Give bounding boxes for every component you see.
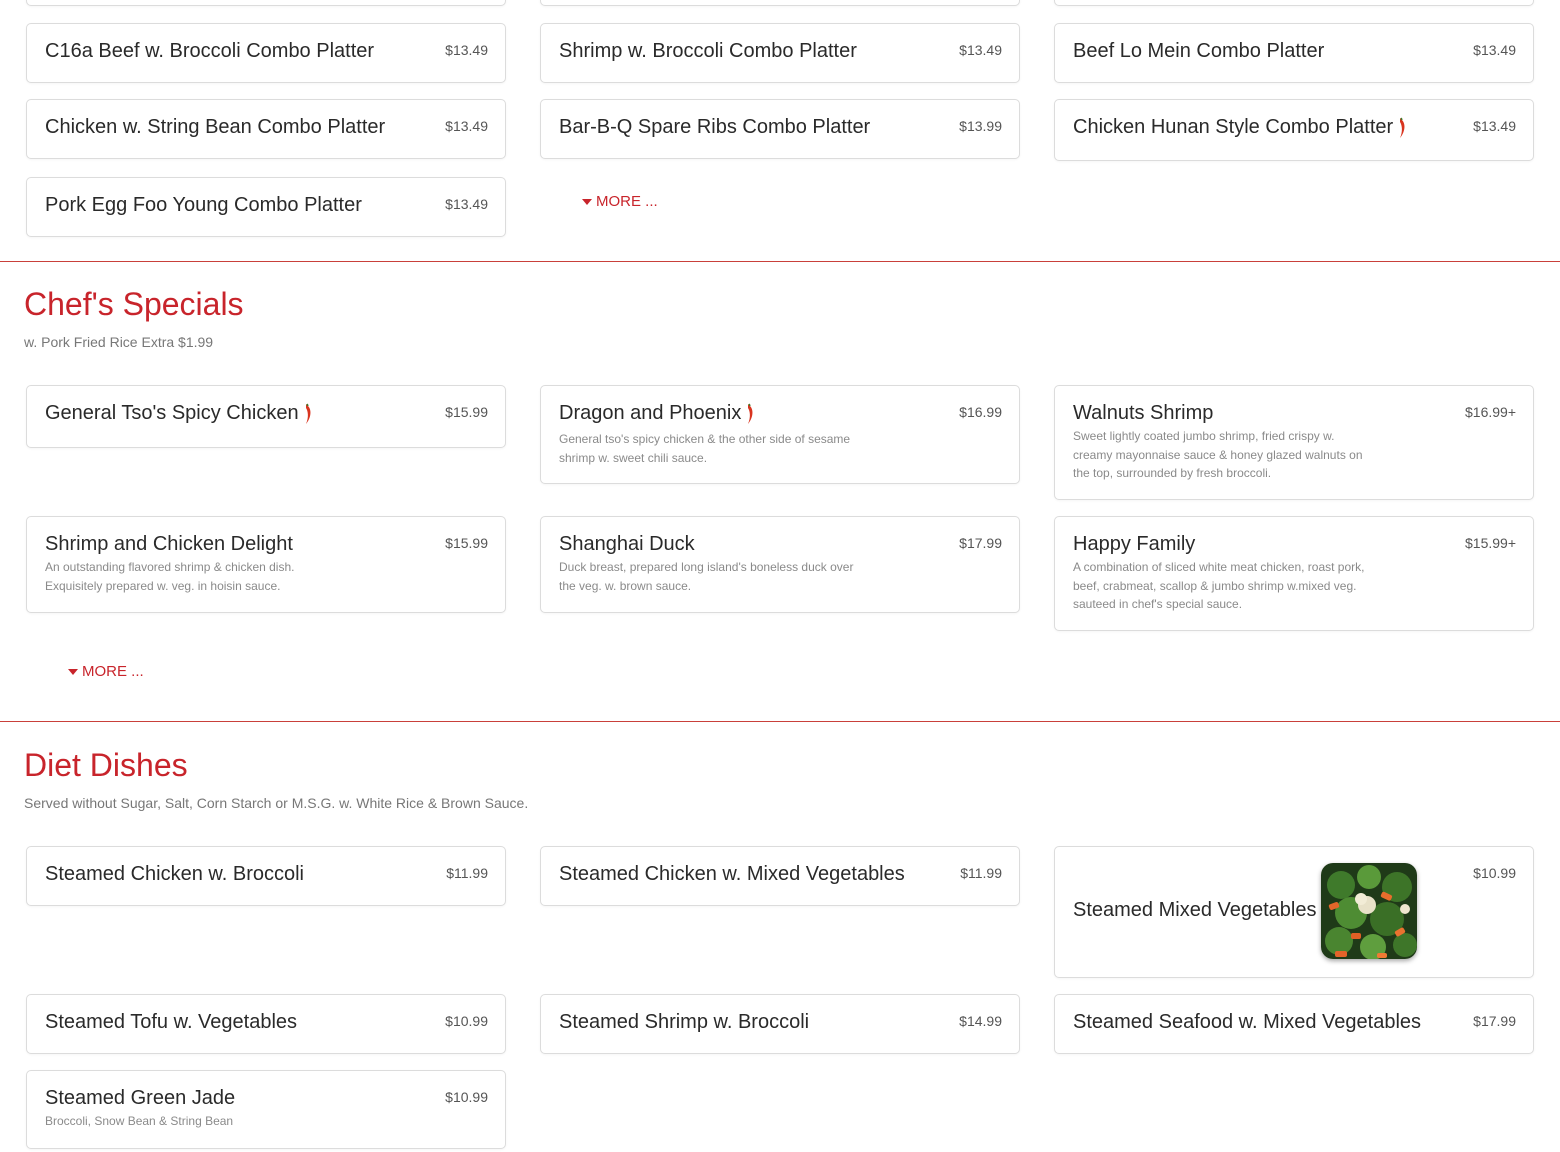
menu-item-price: $13.49 [445, 118, 488, 134]
section-divider [0, 721, 1560, 722]
menu-item-name: Shrimp w. Broccoli Combo Platter [559, 40, 857, 62]
menu-item-price: $13.49 [1473, 118, 1516, 134]
menu-item-card[interactable]: Walnuts Shrimp $16.99+ Sweet lightly coa… [1054, 385, 1534, 500]
menu-item-card[interactable]: Pork Egg Foo Young Combo Platter $13.49 [26, 177, 506, 237]
menu-item-price: $17.99 [959, 535, 1002, 551]
menu-item-price: $11.99 [960, 865, 1002, 881]
menu-item-name: Happy Family [1073, 533, 1196, 555]
menu-item-price: $17.99 [1473, 1013, 1516, 1029]
menu-item-name: Steamed Mixed Vegetables [1073, 899, 1317, 921]
menu-item-name: Beef Lo Mein Combo Platter [1073, 40, 1325, 62]
menu-item-name: Steamed Green Jade [45, 1087, 236, 1109]
menu-item-price: $16.99+ [1465, 404, 1516, 420]
menu-item-name: Steamed Seafood w. Mixed Vegetables [1073, 1011, 1422, 1033]
menu-item-card-partial[interactable] [1054, 0, 1534, 6]
more-button[interactable]: MORE ... [582, 193, 658, 210]
menu-item-price: $10.99 [1473, 865, 1516, 881]
menu-item-card[interactable]: Bar-B-Q Spare Ribs Combo Platter $13.99 [540, 99, 1020, 159]
chili-pepper-icon [305, 403, 311, 424]
menu-item-card[interactable]: Dragon and Phoenix $16.99 General tso's … [540, 385, 1020, 484]
menu-item-price: $11.99 [446, 865, 488, 881]
menu-item-price: $15.99 [445, 404, 488, 420]
menu-item-price: $15.99 [445, 535, 488, 551]
more-label: MORE ... [596, 193, 658, 210]
menu-item-name: Walnuts Shrimp [1073, 402, 1214, 424]
menu-item-card[interactable]: Steamed Tofu w. Vegetables $10.99 [26, 994, 506, 1054]
caret-down-icon [68, 668, 78, 675]
section-divider [0, 261, 1560, 262]
menu-item-price: $13.99 [959, 118, 1002, 134]
menu-item-card[interactable]: Shanghai Duck $17.99 Duck breast, prepar… [540, 516, 1020, 613]
mixed-vegetables-photo[interactable] [1321, 863, 1417, 959]
more-button[interactable]: MORE ... [68, 663, 144, 680]
menu-item-name: Steamed Chicken w. Broccoli [45, 863, 305, 885]
menu-item-card[interactable]: Steamed Chicken w. Mixed Vegetables $11.… [540, 846, 1020, 906]
menu-item-card[interactable]: Shrimp w. Broccoli Combo Platter $13.49 [540, 23, 1020, 83]
section-subtitle: w. Pork Fried Rice Extra $1.99 [24, 334, 214, 350]
menu-item-card[interactable]: Steamed Green Jade $10.99 Broccoli, Snow… [26, 1070, 506, 1149]
menu-item-name: Bar-B-Q Spare Ribs Combo Platter [559, 116, 871, 138]
section-title: Chef's Specials [24, 286, 244, 322]
menu-item-description: Duck breast, prepared long island's bone… [559, 560, 854, 593]
menu-item-name: Dragon and Phoenix [559, 402, 742, 424]
menu-item-name: Steamed Shrimp w. Broccoli [559, 1011, 810, 1033]
menu-item-card[interactable]: Steamed Mixed Vegetables $10.99 [1054, 846, 1534, 978]
menu-item-name: Steamed Tofu w. Vegetables [45, 1011, 298, 1033]
menu-item-card[interactable]: Steamed Chicken w. Broccoli $11.99 [26, 846, 506, 906]
menu-item-name-row: General Tso's Spicy Chicken [45, 402, 313, 425]
chili-pepper-icon [748, 403, 753, 424]
more-label: MORE ... [82, 663, 144, 680]
menu-item-price: $16.99 [959, 404, 1002, 420]
menu-item-price: $15.99+ [1465, 535, 1516, 551]
vegetables-image [1321, 863, 1417, 959]
menu-item-description: An outstanding flavored shrimp & chicken… [45, 560, 295, 593]
menu-page: C16a Beef w. Broccoli Combo Platter $13.… [0, 0, 1560, 1152]
menu-item-price: $13.49 [1473, 42, 1516, 58]
menu-item-description: Broccoli, Snow Bean & String Bean [45, 1114, 234, 1128]
menu-item-card-partial[interactable] [540, 0, 1020, 6]
caret-down-icon [582, 198, 592, 205]
menu-item-name-row: Chicken Hunan Style Combo Platter [1073, 116, 1407, 139]
menu-item-card[interactable]: Chicken Hunan Style Combo Platter $13.49 [1054, 99, 1534, 161]
section-title: Diet Dishes [24, 747, 188, 783]
chili-pepper-icon [1400, 117, 1405, 138]
menu-item-name: General Tso's Spicy Chicken [45, 402, 299, 424]
menu-item-name: C16a Beef w. Broccoli Combo Platter [45, 40, 375, 62]
menu-item-card[interactable]: Beef Lo Mein Combo Platter $13.49 [1054, 23, 1534, 83]
menu-item-price: $13.49 [445, 196, 488, 212]
menu-item-card[interactable]: C16a Beef w. Broccoli Combo Platter $13.… [26, 23, 506, 83]
menu-item-card[interactable]: Happy Family $15.99+ A combination of sl… [1054, 516, 1534, 631]
menu-item-card[interactable]: General Tso's Spicy Chicken $15.99 [26, 385, 506, 448]
menu-item-name: Pork Egg Foo Young Combo Platter [45, 194, 362, 216]
menu-item-price: $10.99 [445, 1089, 488, 1105]
menu-item-name: Steamed Chicken w. Mixed Vegetables [559, 863, 905, 885]
menu-item-name: Shrimp and Chicken Delight [45, 533, 293, 555]
menu-item-card[interactable]: Chicken w. String Bean Combo Platter $13… [26, 99, 506, 159]
menu-item-description: Sweet lightly coated jumbo shrimp, fried… [1073, 429, 1363, 480]
menu-item-card-partial[interactable] [26, 0, 506, 6]
menu-item-description: A combination of sliced white meat chick… [1073, 560, 1365, 611]
menu-item-price: $14.99 [959, 1013, 1002, 1029]
menu-item-description: General tso's spicy chicken & the other … [559, 432, 851, 465]
section-subtitle: Served without Sugar, Salt, Corn Starch … [24, 795, 529, 811]
menu-item-name-row: Dragon and Phoenix [559, 402, 755, 425]
menu-item-price: $13.49 [445, 42, 488, 58]
menu-item-name: Shanghai Duck [559, 533, 695, 555]
menu-item-name: Chicken w. String Bean Combo Platter [45, 116, 386, 138]
menu-item-name: Chicken Hunan Style Combo Platter [1073, 116, 1394, 138]
menu-item-price: $13.49 [959, 42, 1002, 58]
menu-item-card[interactable]: Shrimp and Chicken Delight $15.99 An out… [26, 516, 506, 613]
menu-item-card[interactable]: Steamed Seafood w. Mixed Vegetables $17.… [1054, 994, 1534, 1054]
menu-item-price: $10.99 [445, 1013, 488, 1029]
menu-item-card[interactable]: Steamed Shrimp w. Broccoli $14.99 [540, 994, 1020, 1054]
